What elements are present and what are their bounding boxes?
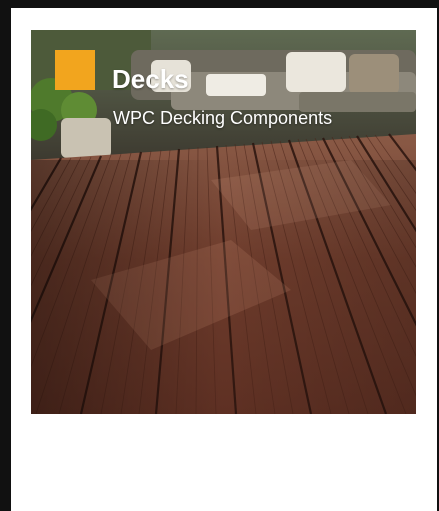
product-card[interactable]: Decks WPC Decking Components <box>11 8 437 511</box>
page-background: Decks WPC Decking Components <box>0 0 439 511</box>
card-title[interactable]: Decks <box>112 64 189 94</box>
accent-square <box>55 50 95 90</box>
product-image[interactable]: Decks WPC Decking Components <box>31 30 416 414</box>
card-subtitle: WPC Decking Components <box>113 108 333 128</box>
